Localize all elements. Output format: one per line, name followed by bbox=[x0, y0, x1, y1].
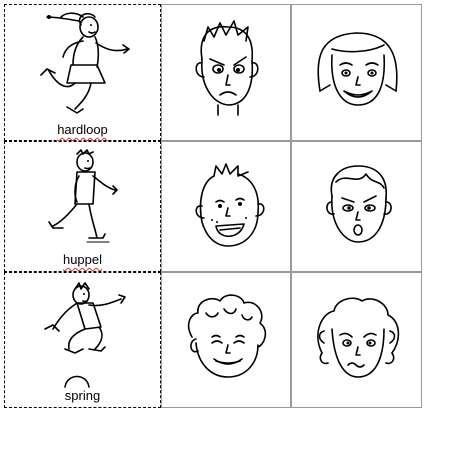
action-card-huppel: huppel bbox=[4, 141, 161, 272]
face-cell bbox=[161, 4, 291, 141]
smiling-curly-face-icon bbox=[187, 294, 267, 378]
laughing-boy-face-icon bbox=[195, 163, 265, 247]
happy-girl-face-icon bbox=[317, 32, 398, 106]
face-cell bbox=[291, 272, 422, 408]
angry-boy-face-icon bbox=[195, 20, 259, 116]
face-cell bbox=[161, 272, 291, 408]
action-card-spring: spring bbox=[4, 272, 161, 408]
action-label: spring bbox=[64, 388, 101, 403]
worksheet-grid: hardloop huppel spring bbox=[4, 4, 422, 408]
face-cell bbox=[291, 141, 422, 272]
worried-curly-face-icon bbox=[317, 297, 400, 378]
face-cell bbox=[291, 4, 422, 141]
action-label: huppel bbox=[62, 252, 103, 267]
action-card-hardloop: hardloop bbox=[4, 4, 161, 141]
face-cell bbox=[161, 141, 291, 272]
action-label: hardloop bbox=[57, 122, 108, 137]
surprised-boy-face-icon bbox=[326, 165, 392, 243]
